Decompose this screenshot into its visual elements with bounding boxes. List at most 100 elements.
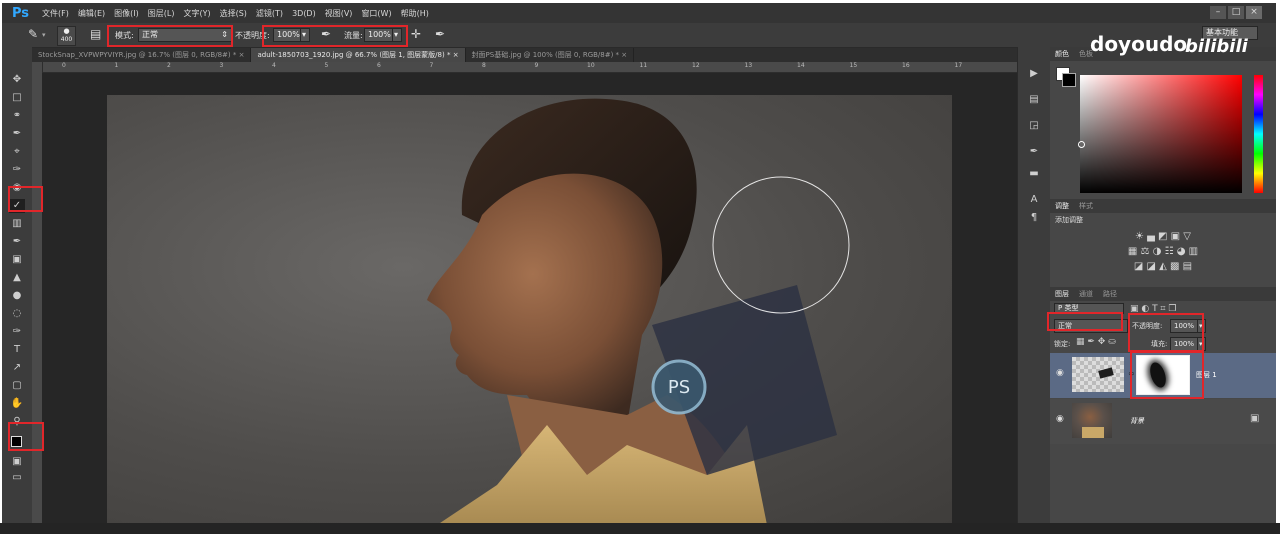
crop-tool-icon[interactable]: ⌖ bbox=[9, 145, 25, 159]
layer-opacity-dropdown[interactable]: ▾ bbox=[1197, 319, 1206, 333]
menu-layer[interactable]: 图层(L) bbox=[148, 8, 175, 19]
adjustment-icons-row1[interactable]: ☀ ▄ ◩ ▣ ▽ bbox=[1050, 231, 1276, 242]
properties-panel-icon[interactable]: ▤ bbox=[1027, 93, 1041, 106]
zoom-tool-icon[interactable]: ⚲ bbox=[9, 415, 25, 429]
maximize-button[interactable]: □ bbox=[1228, 6, 1244, 19]
menu-filter[interactable]: 滤镜(T) bbox=[256, 8, 283, 19]
color-swatches[interactable] bbox=[11, 436, 27, 452]
adjustment-icons-row3[interactable]: ◪ ◪ ◭ ▩ ▤ bbox=[1050, 261, 1276, 272]
tab-adult[interactable]: adult-1850703_1920.jpg @ 66.7% (图层 1, 图层… bbox=[251, 48, 466, 62]
blend-mode-select[interactable]: 正常 bbox=[1054, 319, 1128, 333]
path-select-tool-icon[interactable]: ↗ bbox=[9, 361, 25, 375]
menu-file[interactable]: 文件(F) bbox=[42, 8, 69, 19]
canvas-area[interactable]: PS bbox=[42, 73, 1017, 523]
lock-icons[interactable]: ▦ ✒ ✥ ⛀ bbox=[1076, 337, 1116, 347]
tab-styles[interactable]: 样式 bbox=[1074, 201, 1098, 211]
chain-link-icon[interactable]: ∞ bbox=[1128, 369, 1135, 378]
background-thumbnail[interactable] bbox=[1072, 403, 1112, 438]
fill-input[interactable]: 100% bbox=[1170, 337, 1200, 351]
tab-color[interactable]: 颜色 bbox=[1050, 49, 1074, 59]
menu-image[interactable]: 图像(I) bbox=[114, 8, 139, 19]
clone-stamp-tool-icon[interactable]: ▥ bbox=[9, 217, 25, 231]
eyedropper-tool-icon[interactable]: ✑ bbox=[9, 163, 25, 177]
tab-layers[interactable]: 图层 bbox=[1050, 289, 1074, 299]
menu-window[interactable]: 窗口(W) bbox=[361, 8, 391, 19]
mode-select[interactable]: 正常 ⇕ bbox=[138, 28, 232, 42]
brush-presets-icon[interactable]: ▬ bbox=[1027, 167, 1041, 180]
flow-dropdown-button[interactable]: ▾ bbox=[392, 28, 402, 42]
close-icon[interactable]: × bbox=[621, 51, 627, 59]
history-panel-icon[interactable]: ▶ bbox=[1027, 67, 1041, 80]
lock-icon[interactable]: ▣ bbox=[1250, 413, 1259, 424]
airbrush-icon[interactable]: ✛ bbox=[411, 27, 421, 41]
filter-icons[interactable]: ▣ ◐ T ⌗ ❐ bbox=[1130, 304, 1176, 314]
quick-select-tool-icon[interactable]: ✒ bbox=[9, 127, 25, 141]
menu-3d[interactable]: 3D(D) bbox=[292, 9, 316, 18]
ruler-tick-label: 6 bbox=[377, 62, 381, 69]
blur-tool-icon[interactable]: ● bbox=[9, 289, 25, 303]
menu-help[interactable]: 帮助(H) bbox=[401, 8, 429, 19]
foreground-color-swatch[interactable] bbox=[11, 436, 22, 447]
dodge-tool-icon[interactable]: ◌ bbox=[9, 307, 25, 321]
layer-mask-thumbnail[interactable] bbox=[1136, 355, 1190, 395]
pressure-opacity-icon[interactable]: ✒ bbox=[321, 27, 331, 41]
brush-panel-icon[interactable]: ▤ bbox=[90, 27, 101, 41]
tab-stocksnap[interactable]: StockSnap_XVPWPYVIYR.jpg @ 16.7% (图层 0, … bbox=[32, 48, 252, 62]
layer-row-layer1[interactable]: ◉ ∞ 图层 1 bbox=[1050, 353, 1276, 398]
eye-icon[interactable]: ◉ bbox=[1056, 368, 1064, 378]
history-brush-tool-icon[interactable]: ✒ bbox=[9, 235, 25, 249]
color-picker-field[interactable] bbox=[1078, 75, 1242, 193]
layer-row-background[interactable]: ◉ 背景 ▣ bbox=[1050, 399, 1276, 444]
close-icon[interactable]: × bbox=[239, 51, 245, 59]
eraser-tool-icon[interactable]: ▣ bbox=[9, 253, 25, 267]
lasso-tool-icon[interactable]: ⚭ bbox=[9, 109, 25, 123]
text-tool-icon[interactable]: T bbox=[9, 343, 25, 357]
brush-size-picker[interactable]: ● 400 bbox=[57, 26, 76, 46]
quick-mask-icon[interactable]: ▣ bbox=[9, 455, 25, 469]
layer1-thumbnail[interactable] bbox=[1072, 357, 1124, 392]
brush-tool-icon[interactable]: ✓ bbox=[9, 199, 25, 213]
menu-type[interactable]: 文字(Y) bbox=[183, 8, 210, 19]
panel-background-swatch[interactable] bbox=[1062, 73, 1076, 87]
close-icon[interactable]: × bbox=[453, 51, 459, 59]
paragraph-panel-icon[interactable]: ¶ bbox=[1027, 211, 1041, 224]
fill-dropdown[interactable]: ▾ bbox=[1197, 337, 1206, 351]
tab-cover[interactable]: 封面PS基础.jpg @ 100% (图层 0, RGB/8#) * × bbox=[466, 48, 635, 62]
layer-name[interactable]: 背景 bbox=[1130, 416, 1144, 426]
eye-icon[interactable]: ◉ bbox=[1056, 414, 1064, 424]
tab-channels[interactable]: 通道 bbox=[1074, 289, 1098, 299]
minimize-button[interactable]: – bbox=[1210, 6, 1226, 19]
preset-dropdown-icon[interactable]: ▾ bbox=[42, 31, 46, 39]
menu-select[interactable]: 选择(S) bbox=[220, 8, 247, 19]
healing-tool-icon[interactable]: ◉ bbox=[9, 181, 25, 195]
paint-bucket-tool-icon[interactable]: ▲ bbox=[9, 271, 25, 285]
hue-slider[interactable] bbox=[1254, 75, 1263, 193]
panel-color-swatches[interactable] bbox=[1056, 67, 1076, 87]
document-canvas[interactable]: PS bbox=[107, 95, 952, 523]
color-picker-cursor[interactable] bbox=[1078, 141, 1085, 148]
clone-source-icon[interactable]: ◲ bbox=[1027, 119, 1041, 132]
screen-mode-icon[interactable]: ▭ bbox=[9, 471, 25, 485]
opacity-dropdown-button[interactable]: ▾ bbox=[300, 28, 310, 42]
brush-panel-icon[interactable]: ✒ bbox=[1027, 145, 1041, 158]
close-button[interactable]: × bbox=[1246, 6, 1262, 19]
marquee-tool-icon[interactable]: □ bbox=[9, 91, 25, 105]
hand-tool-icon[interactable]: ✋ bbox=[9, 397, 25, 411]
layer-opacity-input[interactable]: 100% bbox=[1170, 319, 1200, 333]
ruler-tick-label: 3 bbox=[219, 62, 224, 69]
flow-input[interactable]: 100% bbox=[364, 28, 394, 42]
menu-view[interactable]: 视图(V) bbox=[325, 8, 353, 19]
layer-filter-select[interactable]: P 类型 bbox=[1054, 303, 1124, 314]
menu-edit[interactable]: 编辑(E) bbox=[78, 8, 105, 19]
brush-preset-icon[interactable]: ✎ bbox=[28, 27, 38, 41]
layer-name[interactable]: 图层 1 bbox=[1196, 370, 1217, 380]
character-panel-icon[interactable]: A bbox=[1027, 193, 1041, 206]
tab-paths[interactable]: 路径 bbox=[1098, 289, 1122, 299]
pressure-size-icon[interactable]: ✒ bbox=[435, 27, 445, 41]
adjustment-icons-row2[interactable]: ▦ ⚖ ◑ ☷ ◕ ▥ bbox=[1050, 246, 1276, 257]
shape-tool-icon[interactable]: ▢ bbox=[9, 379, 25, 393]
tab-adjustments[interactable]: 调整 bbox=[1050, 201, 1074, 211]
move-tool-icon[interactable]: ✥ bbox=[9, 73, 25, 87]
pen-tool-icon[interactable]: ✑ bbox=[9, 325, 25, 339]
opacity-input[interactable]: 100% bbox=[273, 28, 303, 42]
